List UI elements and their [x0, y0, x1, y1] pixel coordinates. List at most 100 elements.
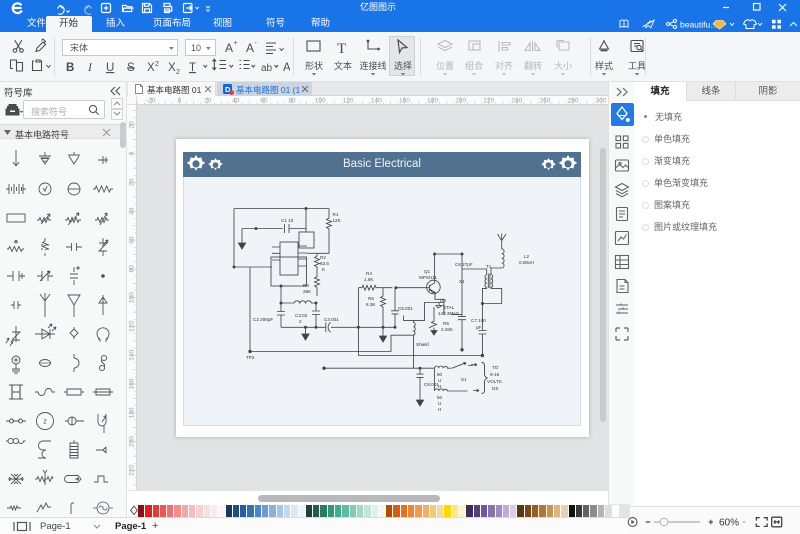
svg-text:TO: TO [492, 365, 499, 370]
svg-text:80: 80 [288, 98, 296, 105]
svg-text:A: A [246, 41, 254, 55]
svg-text:2.26K: 2.26K [441, 327, 454, 332]
svg-text:H: H [438, 407, 441, 412]
svg-text:180: 180 [427, 98, 438, 105]
svg-text:-20: -20 [146, 98, 156, 105]
svg-text:T1: T1 [486, 264, 492, 269]
svg-text:文本: 文本 [334, 60, 352, 71]
svg-text:L2: L2 [524, 254, 530, 259]
svg-text:8.3K: 8.3K [366, 302, 376, 307]
svg-text:120: 120 [343, 98, 354, 105]
svg-text:C3.02: C3.02 [295, 313, 308, 318]
svg-text:50: 50 [437, 395, 443, 400]
svg-text:C8.001: C8.001 [424, 382, 439, 387]
svg-text:-: - [255, 40, 258, 47]
svg-text:28K: 28K [303, 289, 312, 294]
svg-text:100: 100 [129, 292, 136, 303]
svg-text:beautifu...: beautifu... [680, 20, 717, 30]
svg-text:S: S [127, 62, 135, 74]
svg-text:+: + [234, 40, 238, 47]
svg-text:280: 280 [568, 98, 579, 105]
svg-text:A: A [225, 41, 233, 55]
svg-text:240: 240 [511, 98, 522, 105]
svg-text:R3: R3 [303, 283, 309, 288]
svg-text:Shield: Shield [416, 342, 429, 347]
svg-text:63.6: 63.6 [320, 261, 329, 266]
svg-text:VOLTS: VOLTS [487, 379, 502, 384]
svg-text:180: 180 [129, 407, 136, 418]
svg-text:z: z [43, 419, 47, 426]
svg-text:220: 220 [129, 465, 136, 476]
svg-text:60: 60 [260, 98, 268, 105]
svg-text:2: 2 [299, 319, 302, 324]
svg-text:40: 40 [232, 98, 240, 105]
svg-text:R5: R5 [368, 296, 374, 301]
svg-text:140: 140 [371, 98, 382, 105]
svg-text:60%: 60% [719, 518, 739, 529]
svg-text:MPSH11: MPSH11 [419, 275, 437, 280]
svg-text:0: 0 [178, 98, 182, 105]
svg-text:T: T [189, 62, 196, 74]
svg-text:DS: DS [492, 386, 498, 391]
svg-text:160: 160 [129, 378, 136, 389]
svg-text:工具: 工具 [628, 61, 645, 71]
svg-text:0: 0 [129, 152, 136, 156]
svg-text:50: 50 [437, 372, 443, 377]
svg-text:组合: 组合 [465, 60, 483, 71]
svg-text:K: K [322, 267, 326, 272]
svg-text:样式: 样式 [595, 60, 613, 71]
svg-text:R6: R6 [443, 321, 449, 326]
svg-text:12K: 12K [333, 218, 342, 223]
svg-text:A: A [283, 62, 290, 74]
svg-text:140: 140 [129, 349, 136, 360]
svg-text:翻转: 翻转 [524, 60, 542, 71]
svg-text:R2: R2 [320, 255, 326, 260]
svg-text:大小: 大小 [554, 60, 572, 71]
svg-text:R1: R1 [333, 212, 339, 217]
svg-text:C1 10: C1 10 [281, 218, 294, 223]
svg-text:B: B [66, 62, 74, 74]
svg-text:20: 20 [204, 98, 212, 105]
svg-text:pF: pF [476, 325, 482, 330]
svg-text:X: X [147, 62, 155, 74]
svg-text:10: 10 [191, 43, 201, 53]
svg-text:C5.001: C5.001 [398, 306, 413, 311]
svg-text:200: 200 [455, 98, 466, 105]
svg-text:位置: 位置 [436, 60, 454, 71]
svg-text:220: 220 [483, 98, 494, 105]
svg-text:连接线: 连接线 [359, 60, 386, 71]
svg-text:60: 60 [129, 236, 136, 244]
svg-text:100: 100 [315, 98, 326, 105]
svg-text:对齐: 对齐 [495, 60, 513, 71]
svg-text:0.08uH: 0.08uH [519, 260, 534, 265]
svg-text:Q1: Q1 [424, 269, 431, 274]
svg-text:9-15: 9-15 [490, 372, 500, 377]
svg-text:TP2: TP2 [246, 355, 255, 360]
svg-text:X: X [168, 62, 176, 74]
svg-text:160: 160 [399, 98, 410, 105]
svg-text:U: U [106, 62, 114, 74]
svg-text:S1: S1 [461, 377, 467, 382]
svg-text:X1: X1 [459, 279, 465, 284]
svg-text:20: 20 [129, 121, 136, 129]
svg-text:20: 20 [129, 178, 136, 186]
svg-text:D4: D4 [440, 298, 446, 303]
svg-text:40: 40 [129, 207, 136, 215]
svg-text:宋体: 宋体 [70, 42, 88, 53]
svg-text:300: 300 [596, 98, 607, 105]
svg-text:260: 260 [540, 98, 551, 105]
svg-text:T: T [337, 41, 346, 57]
svg-text:U: U [438, 401, 441, 406]
svg-text:148.3MHz: 148.3MHz [438, 311, 460, 316]
svg-text:1.6K: 1.6K [364, 277, 374, 282]
svg-text:C6 27pF: C6 27pF [455, 262, 473, 267]
svg-text:R4: R4 [366, 271, 372, 276]
svg-text:C7 100: C7 100 [471, 318, 486, 323]
svg-text:XTAL: XTAL [443, 305, 455, 310]
svg-text:C4.001: C4.001 [324, 317, 339, 322]
svg-text:2: 2 [155, 61, 159, 68]
svg-text:120: 120 [129, 321, 136, 332]
svg-text:C2 200pF: C2 200pF [253, 317, 273, 322]
svg-text:200: 200 [129, 436, 136, 447]
svg-text:I: I [87, 62, 93, 74]
